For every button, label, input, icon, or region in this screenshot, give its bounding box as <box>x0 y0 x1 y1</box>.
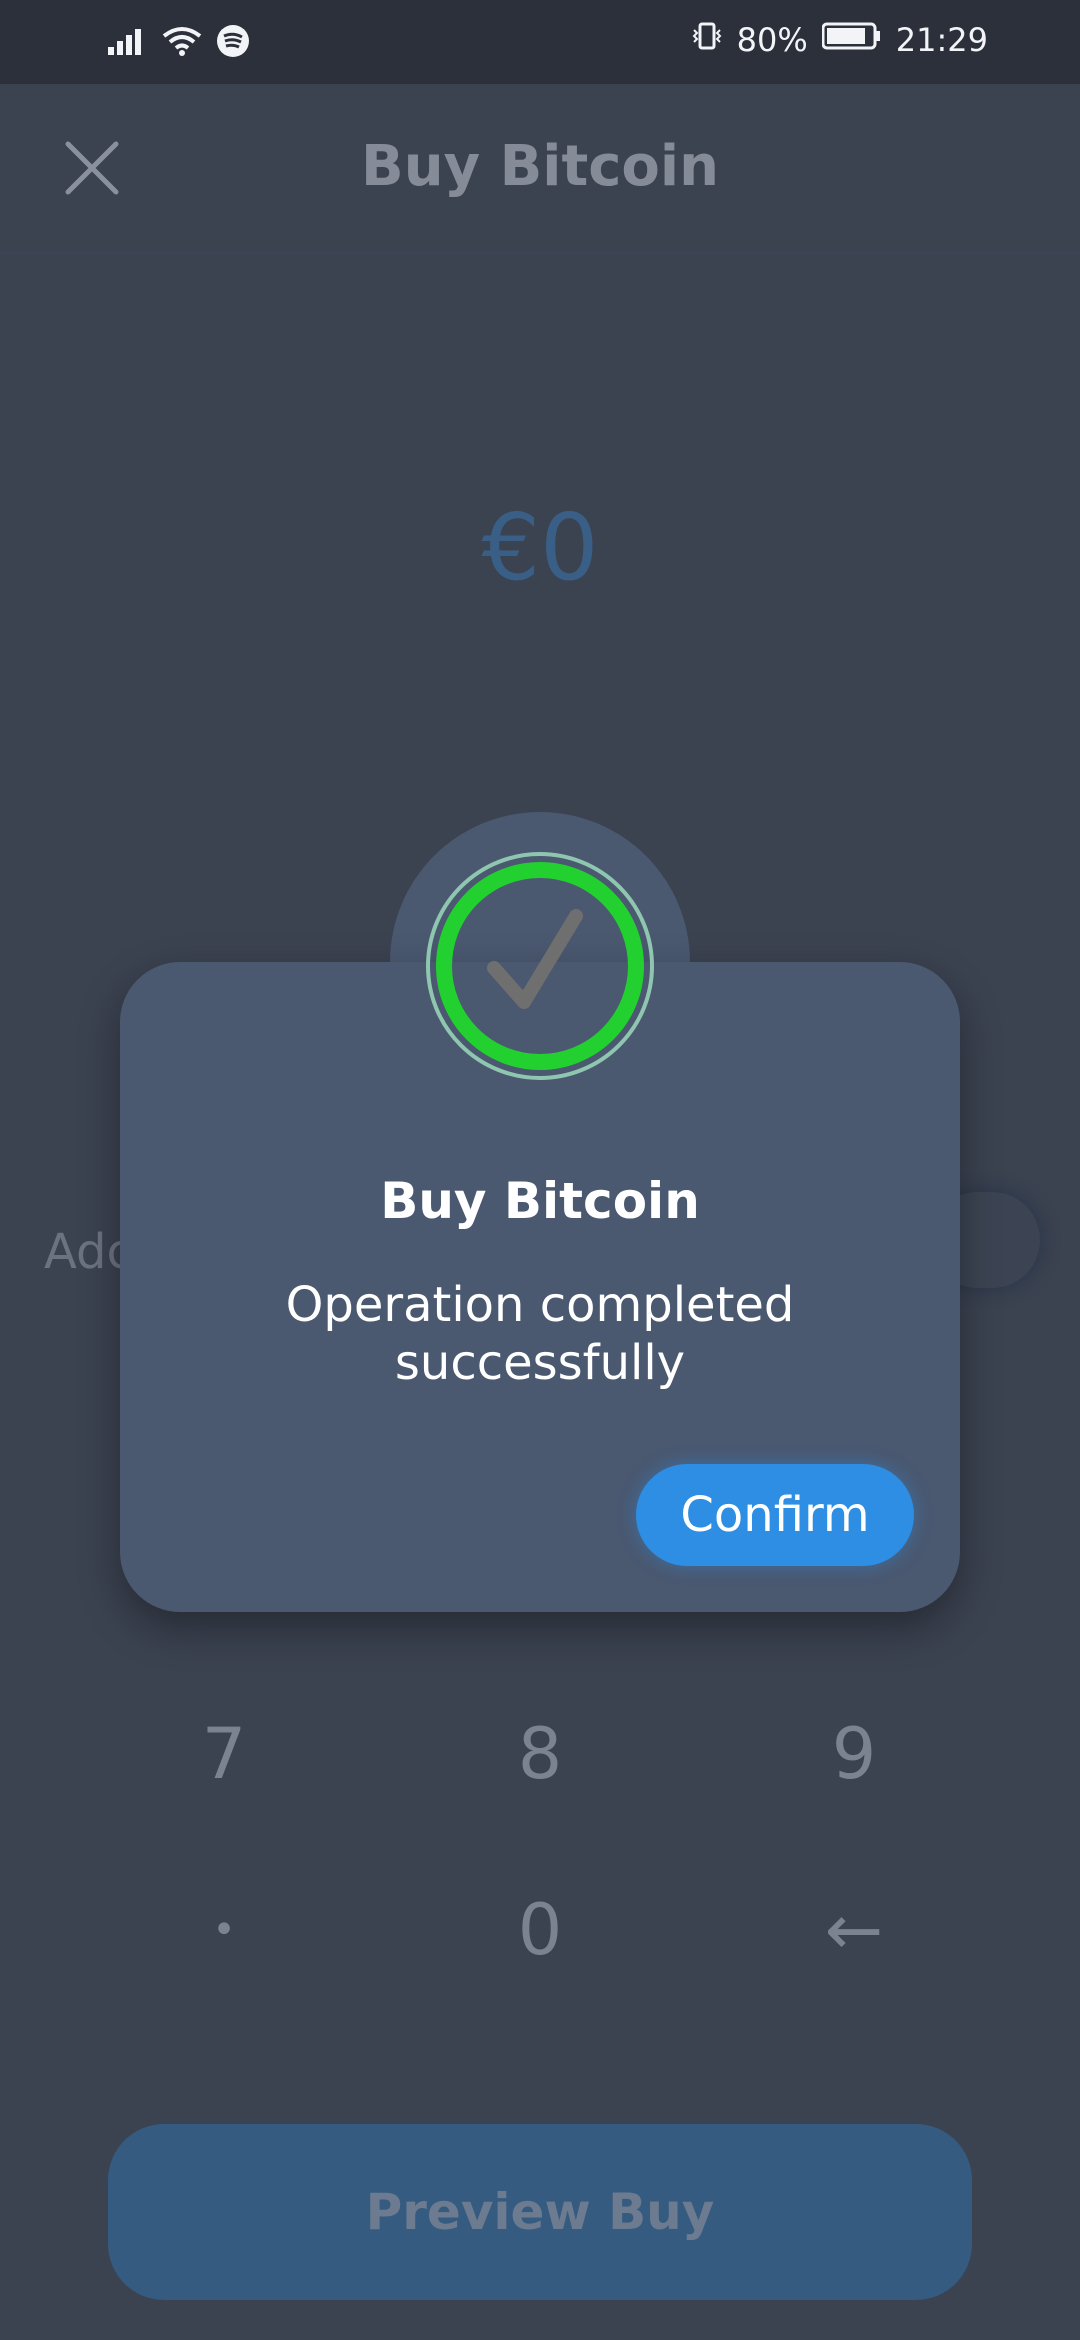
status-bar: 80% 21:29 <box>0 0 1080 84</box>
page-title: Buy Bitcoin <box>361 134 719 199</box>
key-8[interactable]: 8 <box>440 1694 640 1814</box>
dialog-title: Buy Bitcoin <box>380 1172 700 1230</box>
dialog-message-line2: successfully <box>394 1335 686 1391</box>
clock: 21:29 <box>895 21 988 59</box>
key-decimal[interactable]: • <box>124 1870 324 1990</box>
header: Buy Bitcoin <box>0 84 1080 254</box>
key-backspace[interactable]: ← <box>754 1870 954 1990</box>
dialog-message-line1: Operation completed <box>285 1277 795 1333</box>
preview-buy-button[interactable]: Preview Buy <box>108 2124 972 2300</box>
wifi-icon <box>162 26 202 60</box>
keypad: 7 8 9 • 0 ← <box>0 1694 1080 2074</box>
key-7[interactable]: 7 <box>124 1694 324 1814</box>
battery-icon <box>821 21 882 59</box>
amount-display: €0 <box>481 494 599 601</box>
key-0[interactable]: 0 <box>440 1870 640 1990</box>
confirm-button[interactable]: Confirm <box>636 1464 914 1566</box>
key-9[interactable]: 9 <box>754 1694 954 1814</box>
dialog-message: Operation completed successfully <box>220 1276 860 1392</box>
success-check-icon <box>424 850 656 1082</box>
vibrate-icon <box>691 20 723 60</box>
spotify-icon <box>216 24 250 62</box>
signal-icon <box>108 27 148 59</box>
battery-percent: 80% <box>736 21 808 59</box>
